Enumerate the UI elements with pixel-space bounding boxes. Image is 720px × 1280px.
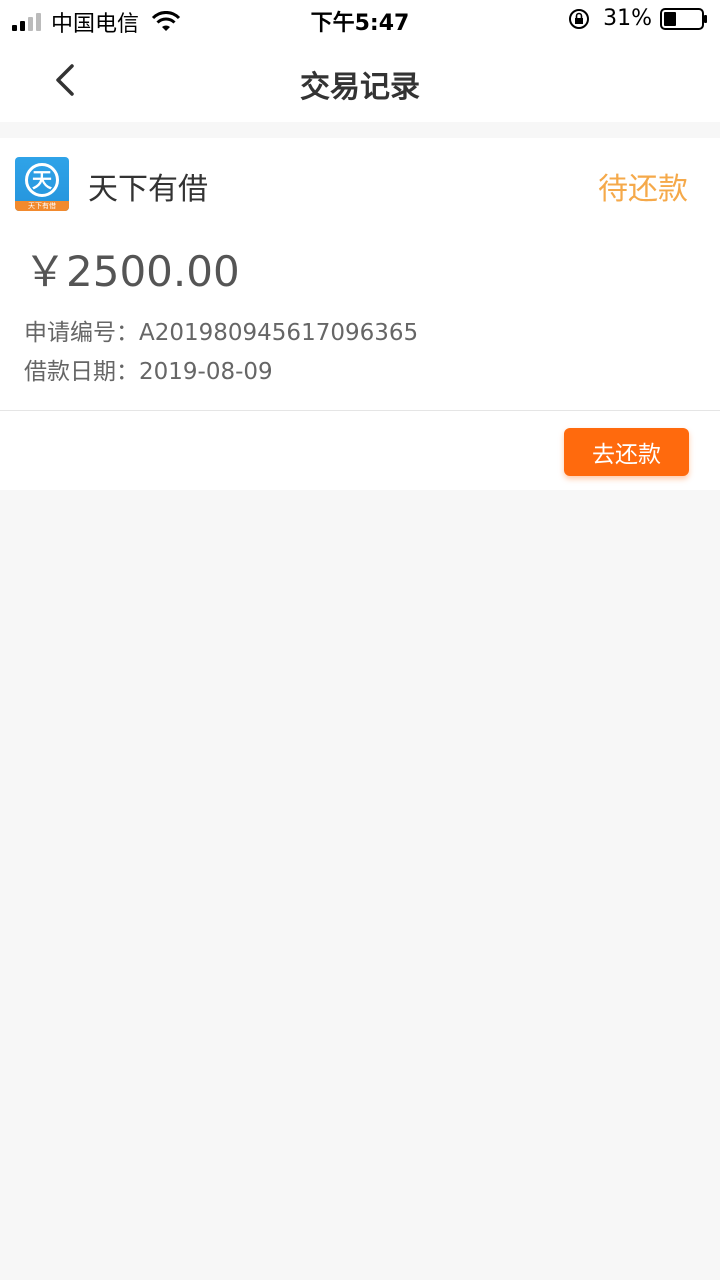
repay-button[interactable]: 去还款 — [564, 428, 689, 476]
battery-icon — [660, 7, 707, 30]
rotation-lock-icon — [569, 8, 590, 29]
loan-date-value: 2019-08-09 — [139, 359, 273, 385]
logo-mark: 天 — [25, 163, 59, 197]
lender-name: 天下有借 — [88, 172, 208, 207]
application-number-row: 申请编号：A201980945617096365 — [24, 313, 418, 347]
status-right: 31% — [567, 6, 708, 31]
lender-logo: 天 天下有借 — [15, 157, 69, 211]
battery-percent: 31% — [603, 6, 652, 31]
page-title: 交易记录 — [300, 70, 420, 105]
loan-amount: ￥2500.00 — [24, 247, 240, 296]
logo-caption: 天下有借 — [15, 201, 69, 211]
status-bar: 中国电信 下午5:47 31% — [0, 0, 720, 40]
loan-date-row: 借款日期：2019-08-09 — [24, 352, 273, 386]
application-number-label: 申请编号： — [24, 320, 139, 346]
nav-bar: 交易记录 — [0, 40, 720, 122]
transaction-card[interactable]: 天 天下有借 天下有借 待还款 ￥2500.00 申请编号：A201980945… — [0, 138, 720, 490]
divider — [0, 410, 720, 411]
application-number-value: A201980945617096365 — [139, 320, 419, 346]
loan-date-label: 借款日期： — [24, 359, 139, 385]
status-badge: 待还款 — [598, 172, 688, 207]
